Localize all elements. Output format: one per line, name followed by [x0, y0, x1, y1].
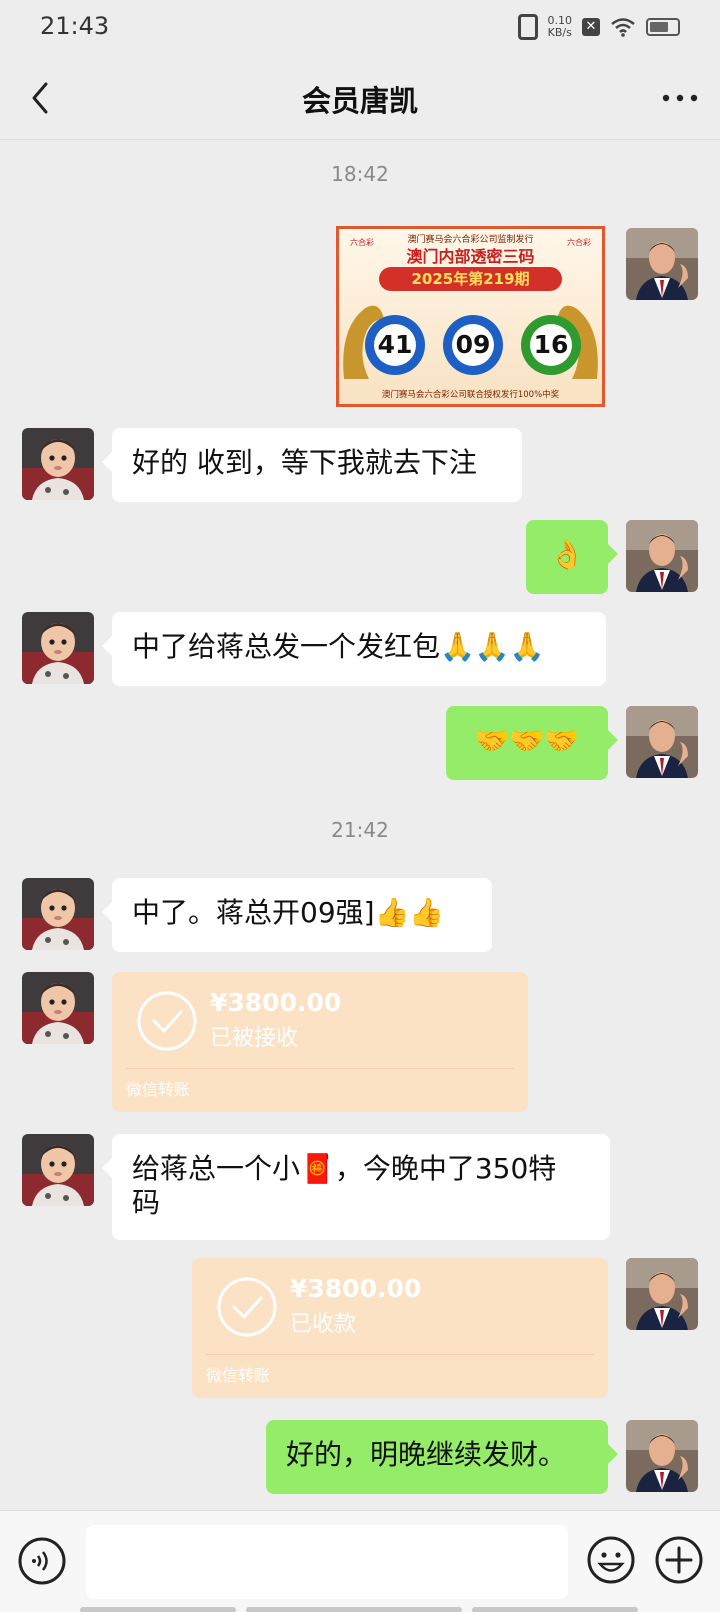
- emoji-face-icon[interactable]: [586, 1535, 636, 1585]
- status-icons: 0.10 KB/s ✕: [517, 14, 680, 40]
- avatar[interactable]: [626, 706, 698, 778]
- plus-icon[interactable]: [654, 1535, 704, 1585]
- avatar[interactable]: [22, 878, 94, 950]
- message-bubble[interactable]: 好的 收到，等下我就去下注: [102, 428, 522, 502]
- transfer-amount: ¥3800.00: [210, 988, 342, 1017]
- pray-emoji: 🙏🙏🙏: [440, 630, 545, 663]
- transfer-amount: ¥3800.00: [290, 1274, 422, 1303]
- transfer-card[interactable]: ¥3800.00 已收款 微信转账: [192, 1258, 608, 1398]
- avatar[interactable]: [22, 428, 94, 500]
- message-bubble[interactable]: 中了。蒋总开09强]👍👍: [102, 878, 492, 952]
- avatar[interactable]: [626, 1420, 698, 1492]
- more-dots-icon[interactable]: [658, 78, 702, 118]
- check-circle-icon: [137, 991, 197, 1051]
- message-bubble[interactable]: 🤝🤝🤝: [446, 706, 618, 780]
- transfer-status: 已被接收: [210, 1026, 299, 1051]
- lottery-bottom-text: 澳门赛马会六合彩公司联合授权发行100%中奖: [381, 390, 560, 400]
- lottery-ball: 16: [521, 315, 581, 375]
- message-bubble[interactable]: 给蒋总一个小🧧，今晚中了350特 码: [102, 1134, 610, 1240]
- avatar[interactable]: [22, 1134, 94, 1206]
- lottery-ball: 09: [443, 315, 503, 375]
- avatar[interactable]: [22, 612, 94, 684]
- lottery-ball: 41: [365, 315, 425, 375]
- thumbs-up-emoji: 👍👍: [374, 896, 445, 929]
- input-bar: [0, 1510, 720, 1612]
- avatar[interactable]: [22, 972, 94, 1044]
- lottery-title: 澳门内部透密三码: [406, 247, 535, 266]
- avatar[interactable]: [626, 520, 698, 592]
- check-circle-icon: [217, 1277, 277, 1337]
- message-input[interactable]: [86, 1525, 568, 1599]
- divider: [126, 1068, 514, 1069]
- gesture-bar: [246, 1607, 462, 1612]
- message-bubble[interactable]: 👌: [526, 520, 618, 594]
- message-text: 中了。蒋总开09强]: [132, 896, 375, 929]
- wifi-icon: [611, 18, 635, 37]
- transfer-label: 微信转账: [126, 1080, 191, 1099]
- timestamp: 21:42: [331, 818, 389, 842]
- lottery-issue: 2025年第219期: [379, 267, 562, 291]
- timestamp: 18:42: [331, 162, 389, 186]
- message-text-line: 给蒋总一个小🧧，今晚中了350特: [132, 1152, 557, 1185]
- network-speed: 0.10 KB/s: [548, 15, 573, 39]
- message-text: 中了给蒋总发一个发红包: [132, 630, 441, 663]
- message-bubble[interactable]: 好的，明晚继续发财。: [266, 1420, 618, 1494]
- message-text-line: 码: [132, 1186, 161, 1219]
- avatar[interactable]: [626, 228, 698, 300]
- chat-title: 会员唐凯: [301, 84, 418, 118]
- gesture-bar: [472, 1607, 638, 1612]
- gesture-bar: [80, 1607, 236, 1612]
- avatar[interactable]: [626, 1258, 698, 1330]
- close-box-icon: ✕: [582, 18, 600, 36]
- lottery-image[interactable]: 六合彩 六合彩 澳门赛马会六合彩公司监制发行 澳门内部透密三码 2025年第21…: [336, 226, 605, 407]
- status-bar: 21:43 0.10 KB/s ✕: [0, 0, 720, 56]
- network-speed-unit: KB/s: [547, 26, 572, 39]
- message-bubble[interactable]: 中了给蒋总发一个发红包🙏🙏🙏: [102, 612, 606, 686]
- vibrate-icon: [517, 14, 538, 40]
- transfer-card[interactable]: ¥3800.00 已被接收 微信转账: [112, 972, 528, 1112]
- transfer-label: 微信转账: [206, 1366, 271, 1385]
- divider: [206, 1354, 594, 1355]
- voice-icon[interactable]: [18, 1537, 66, 1585]
- battery-icon: [646, 18, 680, 36]
- status-time: 21:43: [40, 12, 110, 40]
- transfer-status: 已收款: [290, 1312, 357, 1337]
- chat-header: 会员唐凯: [0, 56, 720, 140]
